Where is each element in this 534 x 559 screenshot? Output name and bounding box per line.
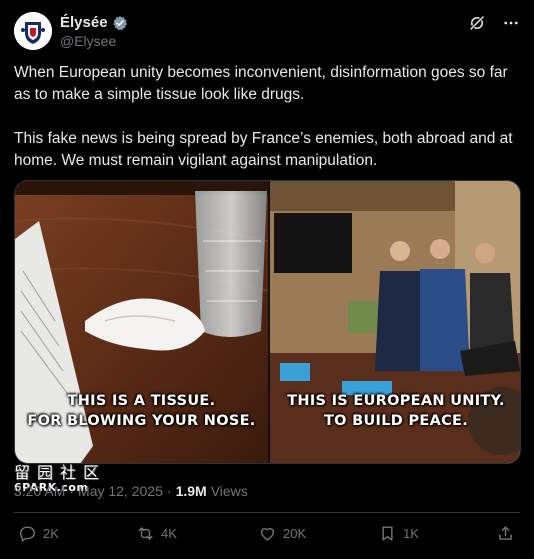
meta-separator-2: · [166, 483, 172, 499]
meta-separator: · [69, 483, 75, 499]
share-icon [499, 526, 512, 540]
watermark-chinese: 留园社区 [14, 463, 107, 482]
elysee-seal-icon [14, 12, 52, 50]
media-image-leaders[interactable]: THIS IS EUROPEAN UNITY. TO BUILD PEACE. [270, 181, 520, 463]
more-icon[interactable] [502, 14, 520, 32]
views-count: 1.9M [175, 483, 207, 499]
reply-icon [20, 526, 35, 542]
repost-count: 4K [161, 526, 177, 541]
tweet-text: When European unity becomes inconvenient… [14, 64, 513, 169]
bookmark-button[interactable]: 1K [378, 524, 419, 543]
grok-icon[interactable] [468, 14, 486, 32]
bookmark-count: 1K [403, 526, 419, 541]
display-name[interactable]: Élysée [60, 14, 108, 31]
repost-icon [138, 527, 153, 540]
repost-button[interactable]: 4K [136, 524, 177, 543]
tweet-header: Élysée @Elysee [14, 12, 520, 52]
heart-icon [260, 528, 275, 541]
share-button[interactable] [496, 524, 515, 543]
like-count: 20K [283, 526, 307, 541]
header-actions [468, 14, 520, 32]
avatar[interactable] [14, 12, 52, 50]
tweet-media[interactable]: THIS IS A TISSUE. FOR BLOWING YOUR NOSE.… [14, 180, 521, 464]
author-name-row[interactable]: Élysée [60, 14, 128, 31]
bookmark-icon [382, 526, 393, 541]
tweet-date[interactable]: May 12, 2025 [78, 483, 163, 499]
tissue-caption: THIS IS A TISSUE. FOR BLOWING YOUR NOSE. [27, 393, 256, 429]
verified-badge-icon [112, 15, 128, 31]
reply-count: 2K [43, 526, 59, 541]
action-bar: 2K 4K 20K 1K [16, 524, 520, 548]
like-button[interactable]: 20K [258, 524, 306, 543]
unity-caption: THIS IS EUROPEAN UNITY. TO BUILD PEACE. [287, 393, 505, 429]
views-label: Views [210, 483, 248, 499]
reply-button[interactable]: 2K [18, 524, 59, 543]
tweet-time[interactable]: 3:20 AM [14, 483, 65, 499]
media-image-tissue[interactable]: THIS IS A TISSUE. FOR BLOWING YOUR NOSE. [15, 181, 268, 463]
divider [14, 512, 520, 513]
author-handle[interactable]: @Elysee [60, 33, 116, 49]
tweet-meta: 3:20 AM · May 12, 2025 · 1.9M Views [14, 483, 248, 499]
